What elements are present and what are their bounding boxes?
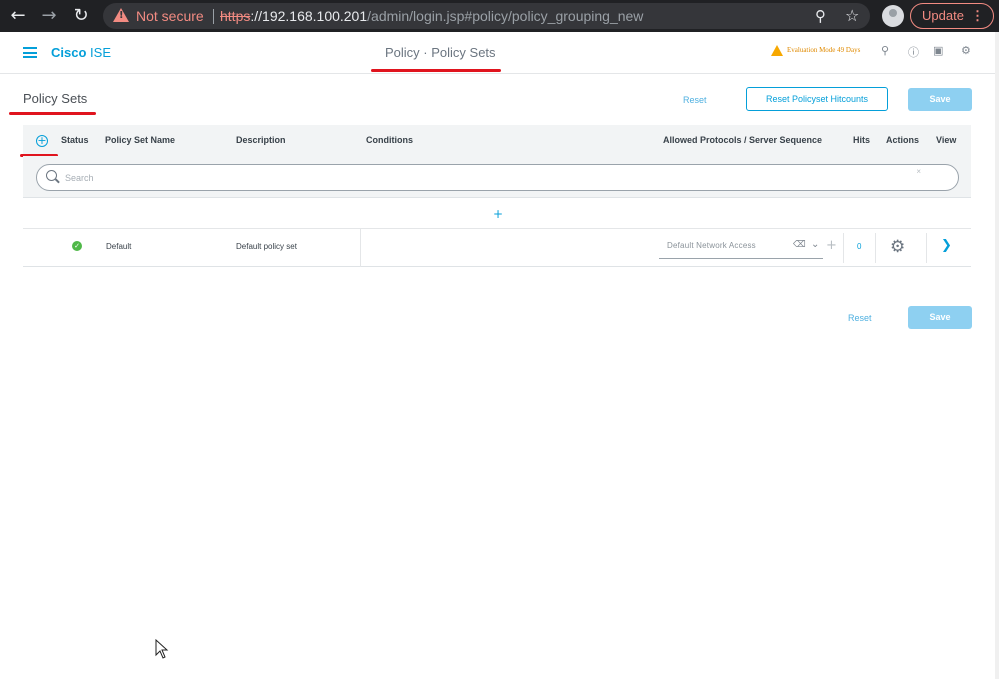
policy-set-description[interactable]: Default policy set	[236, 242, 297, 251]
column-divider	[926, 233, 927, 263]
column-hits[interactable]: Hits	[853, 135, 870, 145]
column-view: View	[936, 135, 957, 145]
allowed-protocols-value: Default Network Access	[667, 241, 756, 250]
bottom-reset-button[interactable]: Reset	[848, 313, 872, 323]
annotation-underline	[9, 112, 96, 115]
brand-name: Cisco	[51, 45, 87, 60]
reload-icon[interactable]: ↻	[70, 5, 92, 27]
status-enabled-icon[interactable]: ✓	[72, 241, 82, 251]
hits-count: 0	[857, 242, 862, 251]
page-breadcrumb: Policy · Policy Sets	[385, 45, 496, 60]
browser-toolbar: ← → ↻ Not secure https://192.168.100.201…	[0, 0, 999, 32]
column-divider	[875, 233, 876, 263]
address-bar[interactable]: Not secure https://192.168.100.201/admin…	[103, 3, 870, 29]
url-host: 192.168.100.201	[262, 8, 368, 24]
scrollbar-track[interactable]	[995, 32, 999, 679]
url-scheme: https	[220, 8, 251, 24]
app-header: Cisco ISE Policy · Policy Sets Evaluatio…	[0, 32, 999, 74]
mouse-cursor-icon	[155, 639, 169, 659]
zoom-icon[interactable]: ⚲	[815, 7, 826, 25]
filter-row: ×	[23, 156, 971, 198]
security-indicator[interactable]: Not secure	[136, 8, 204, 24]
reset-button[interactable]: Reset	[683, 95, 707, 105]
profile-avatar-icon[interactable]	[882, 5, 904, 27]
page-title: Policy Sets	[23, 91, 88, 106]
search-box[interactable]: ×	[36, 164, 959, 191]
chevron-down-icon[interactable]: ⌄	[811, 239, 819, 250]
clear-search-icon[interactable]: ×	[916, 167, 921, 176]
dashboard-icon[interactable]: ▣	[933, 44, 943, 57]
back-arrow-icon[interactable]: ←	[7, 5, 29, 27]
url-text[interactable]: https://192.168.100.201/admin/login.jsp#…	[220, 8, 643, 24]
brand-logo: Cisco ISE	[51, 45, 111, 60]
hamburger-menu-icon[interactable]	[23, 47, 37, 58]
url-separator: ://	[250, 8, 263, 24]
column-name[interactable]: Policy Set Name	[105, 135, 175, 145]
insert-row: +	[23, 200, 971, 229]
column-divider	[843, 233, 844, 263]
warning-triangle-icon	[771, 45, 783, 56]
address-divider	[213, 9, 214, 24]
clear-selection-icon[interactable]: ⌫	[793, 240, 806, 250]
annotation-underline	[371, 69, 501, 72]
table-row[interactable]: ✓ Default Default policy set Default Net…	[23, 229, 971, 267]
update-button[interactable]: Update ⋮	[910, 3, 994, 29]
add-policy-set-icon[interactable]: +	[36, 135, 48, 147]
save-button[interactable]: Save	[908, 88, 972, 111]
insert-row-plus-icon[interactable]: +	[493, 207, 503, 221]
column-conditions[interactable]: Conditions	[366, 135, 413, 145]
evaluation-notice[interactable]: Evaluation Mode 49 Days	[787, 46, 860, 54]
forward-arrow-icon[interactable]: →	[38, 5, 60, 27]
column-actions: Actions	[886, 135, 920, 145]
bottom-save-button[interactable]: Save	[908, 306, 972, 329]
column-status[interactable]: Status	[61, 135, 89, 145]
bookmark-star-icon[interactable]: ☆	[845, 6, 859, 25]
url-path: /admin/login.jsp#policy/policy_grouping_…	[367, 8, 644, 24]
chevron-right-icon[interactable]: ❯	[941, 238, 952, 253]
search-icon	[46, 170, 57, 181]
allowed-protocols-select[interactable]: Default Network Access ⌫ ⌄	[659, 237, 823, 259]
warning-icon	[113, 8, 129, 22]
policy-set-name[interactable]: Default	[106, 242, 131, 251]
help-icon[interactable]: ⓘ	[908, 44, 919, 60]
column-allowed-protocols[interactable]: Allowed Protocols / Server Sequence	[663, 135, 822, 145]
gear-icon[interactable]: ⚙	[961, 44, 971, 57]
more-vert-icon: ⋮	[971, 8, 984, 23]
search-icon[interactable]: ⚲	[881, 44, 889, 57]
column-description[interactable]: Description	[236, 135, 286, 145]
reset-hitcounts-button[interactable]: Reset Policyset Hitcounts	[746, 87, 888, 111]
column-divider	[360, 229, 361, 267]
gear-icon[interactable]: ⚙	[890, 238, 905, 256]
update-label: Update	[922, 8, 964, 23]
add-protocol-plus-icon[interactable]: +	[826, 238, 837, 253]
search-input[interactable]	[65, 171, 925, 185]
brand-product: ISE	[90, 45, 111, 60]
table-header: + Status Policy Set Name Description Con…	[23, 125, 971, 156]
